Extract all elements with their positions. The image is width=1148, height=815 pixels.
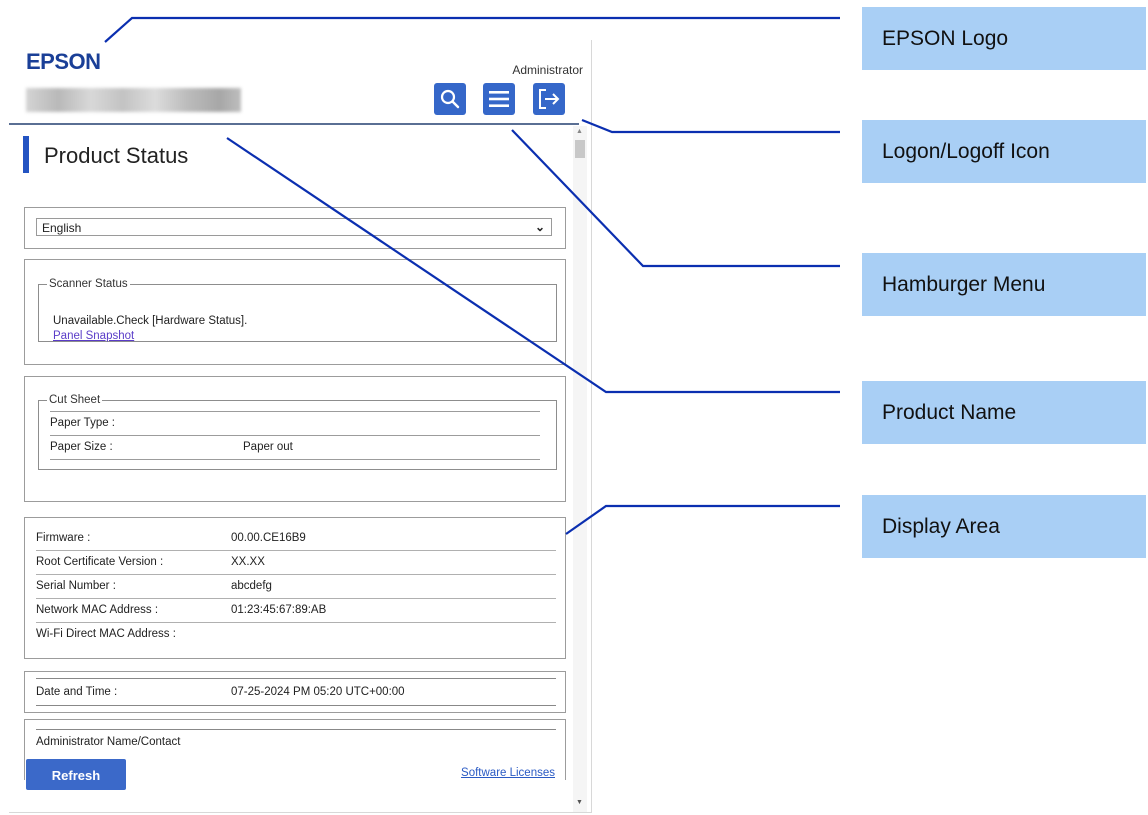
logoff-leader-line <box>581 118 840 134</box>
callout-display-area: Display Area <box>862 495 1146 558</box>
callout-hamburger-menu: Hamburger Menu <box>862 253 1146 316</box>
callout-epson-logo: EPSON Logo <box>862 7 1146 70</box>
hamburger-leader-line <box>511 129 840 268</box>
epson-logo-leader-line <box>104 16 840 43</box>
callout-product-name: Product Name <box>862 381 1146 444</box>
display-area-leader-line <box>565 504 840 535</box>
callout-logon-logoff: Logon/Logoff Icon <box>862 120 1146 183</box>
